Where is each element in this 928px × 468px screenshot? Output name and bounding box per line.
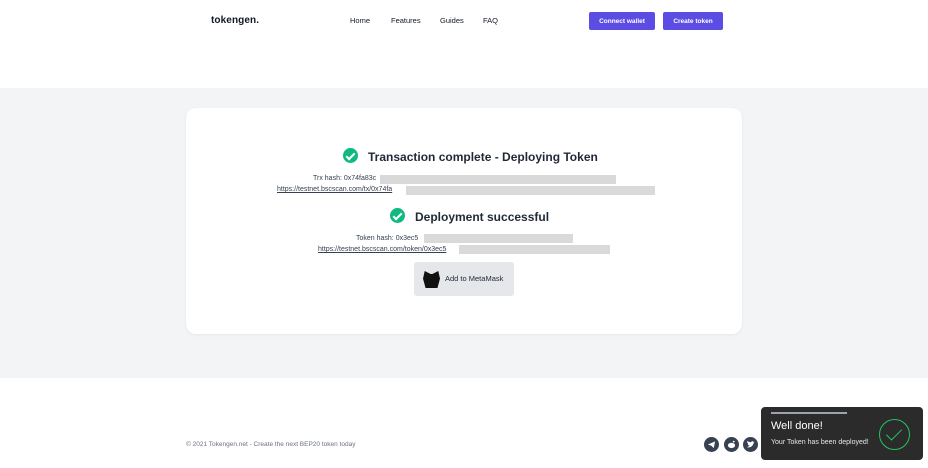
twitter-icon[interactable] xyxy=(743,437,758,452)
metamask-button-label: Add to MetaMask xyxy=(445,274,504,283)
redaction-bar xyxy=(380,175,616,184)
transaction-heading: Transaction complete - Deploying Token xyxy=(368,150,598,164)
trx-hash-text: Trx hash: 0x74fa83c xyxy=(313,175,377,182)
add-to-metamask-button[interactable]: Add to MetaMask xyxy=(414,262,514,296)
success-check-icon xyxy=(343,148,358,163)
toast-message: Your Token has been deployed! xyxy=(771,439,869,446)
nav-link-home[interactable]: Home xyxy=(350,16,370,25)
nav-link-faq[interactable]: FAQ xyxy=(483,16,498,25)
trx-bscscan-link[interactable]: https://testnet.bscscan.com/tx/0x74fa xyxy=(277,185,392,195)
connect-wallet-button[interactable]: Connect wallet xyxy=(589,12,655,30)
top-navbar: tokengen. Home Features Guides FAQ Conne… xyxy=(0,0,928,42)
redaction-bar xyxy=(459,245,610,254)
token-bscscan-link[interactable]: https://testnet.bscscan.com/token/0x3ec5 xyxy=(318,245,446,255)
telegram-icon[interactable] xyxy=(704,437,719,452)
footer-copyright: © 2021 Tokengen.net - Create the next BE… xyxy=(186,441,356,448)
token-hash-text: Token hash: 0x3ec5 xyxy=(356,235,419,242)
redaction-bar xyxy=(406,186,655,195)
toast-title: Well done! xyxy=(771,420,823,432)
create-token-button[interactable]: Create token xyxy=(663,12,723,30)
nav-link-features[interactable]: Features xyxy=(391,16,421,25)
toast-progress-bar xyxy=(771,412,847,414)
metamask-fox-icon xyxy=(423,271,440,288)
reddit-icon[interactable] xyxy=(724,437,739,452)
toast-check-icon xyxy=(879,419,910,450)
site-logo[interactable]: tokengen. xyxy=(211,15,259,26)
success-check-icon xyxy=(390,208,405,223)
redaction-bar xyxy=(424,234,573,243)
success-toast[interactable]: Well done! Your Token has been deployed! xyxy=(761,407,923,460)
deployment-heading: Deployment successful xyxy=(415,210,550,224)
nav-link-guides[interactable]: Guides xyxy=(440,16,464,25)
